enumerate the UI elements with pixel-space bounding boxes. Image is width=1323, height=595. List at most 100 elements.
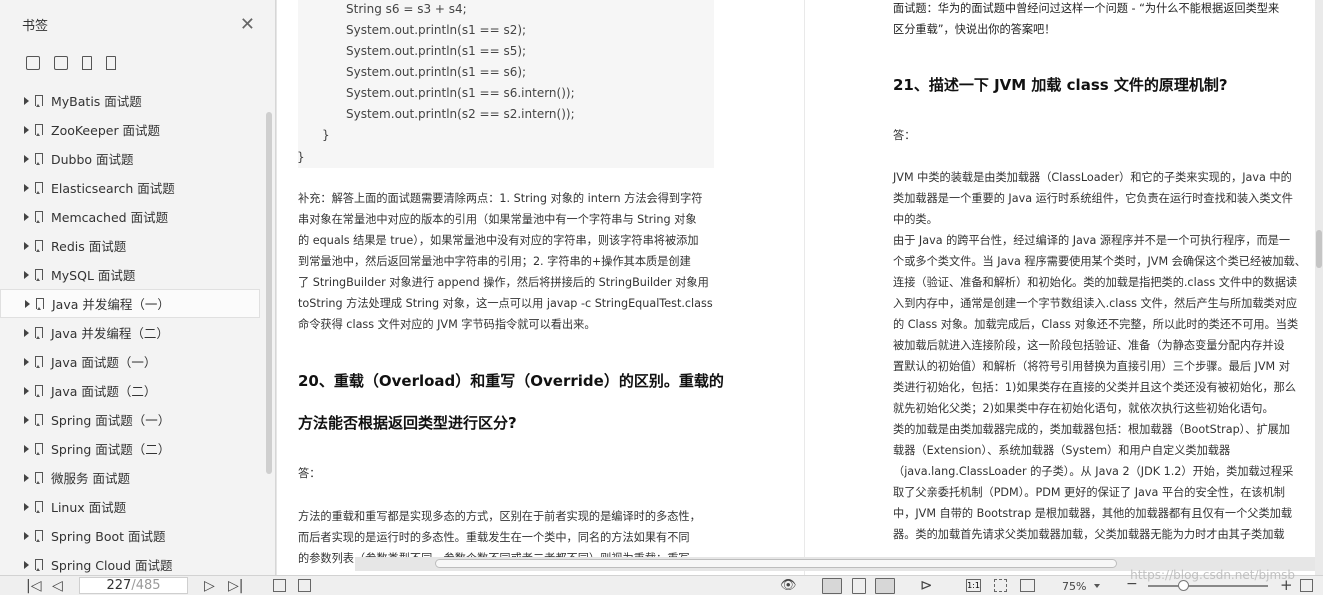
expand-arrow-icon[interactable]	[24, 328, 29, 337]
expand-arrow-icon[interactable]	[24, 241, 29, 250]
bookmark-item[interactable]: Dubbo 面试题	[0, 144, 262, 173]
expand-arrow-icon[interactable]	[24, 125, 29, 134]
bookmark-icon	[35, 530, 43, 542]
zoom-level[interactable]: 75%	[1062, 580, 1086, 593]
expand-arrow-icon[interactable]	[24, 183, 29, 192]
bookmark-item[interactable]: MyBatis 面试题	[0, 86, 262, 115]
expand-arrow-icon[interactable]	[24, 270, 29, 279]
code-block: String s6 = s3 + s4; System.out.println(s…	[297, 0, 714, 168]
add-bookmark-icon[interactable]	[82, 56, 92, 70]
bookmark-item[interactable]: Java 面试题（二）	[0, 376, 262, 405]
bookmark-label: Linux 面试题	[51, 500, 127, 515]
fit-width-icon[interactable]	[1020, 579, 1035, 592]
bookmark-label: Spring Boot 面试题	[51, 529, 166, 544]
bookmark-item[interactable]: Redis 面试题	[0, 231, 262, 260]
fit-page-icon[interactable]	[994, 579, 1007, 592]
expand-arrow-icon[interactable]	[24, 96, 29, 105]
bookmark-icon	[36, 298, 44, 310]
code-line: }	[322, 128, 330, 142]
bookmark-item[interactable]: Spring 面试题（二）	[0, 434, 262, 463]
text-line: 的 Class 对象。加载完成后，Class 对象还不完整，所以此时的类还不可用…	[893, 318, 1299, 331]
expand-arrow-icon[interactable]	[25, 299, 30, 308]
text-line: 了 StringBuilder 对象进行 append 操作，然后将拼接后的 S…	[298, 276, 709, 289]
close-icon[interactable]: ✕	[240, 14, 255, 35]
bookmark-icon	[35, 124, 43, 136]
scrollbar-thumb[interactable]	[1316, 230, 1322, 268]
bookmark-label: Java 面试题（一）	[51, 355, 157, 370]
expand-arrow-icon[interactable]	[24, 560, 29, 569]
two-page-view-icon[interactable]	[875, 578, 895, 594]
bookmark-icon	[35, 472, 43, 484]
zoom-slider[interactable]	[1148, 585, 1268, 587]
bookmark-item[interactable]: Spring 面试题（一）	[0, 405, 262, 434]
text-line: 入到内存中，通常是创建一个字节数组读入.class 文件，然后产生与所加载类对应	[893, 297, 1298, 310]
bookmark-icon	[35, 240, 43, 252]
vertical-scrollbar[interactable]	[1315, 0, 1323, 575]
bookmark-item[interactable]: ZooKeeper 面试题	[0, 115, 262, 144]
bookmark-icon	[35, 501, 43, 513]
bookmark-label: Spring Cloud 面试题	[51, 558, 173, 573]
expand-arrow-icon[interactable]	[24, 386, 29, 395]
bookmark-item[interactable]: 微服务 面试题	[0, 463, 262, 492]
bookmark-item[interactable]: Elasticsearch 面试题	[0, 173, 262, 202]
scrollbar-thumb[interactable]	[435, 559, 1117, 568]
expand-arrow-icon[interactable]	[24, 473, 29, 482]
bookmark-label: Dubbo 面试题	[51, 152, 134, 167]
sidebar-toolbar	[0, 48, 275, 78]
rotate-left-icon[interactable]	[273, 579, 286, 592]
expand-all-icon[interactable]	[26, 56, 40, 70]
text-line: 区分重载”，快说出你的答案吧！	[893, 23, 1056, 36]
expand-arrow-icon[interactable]	[24, 444, 29, 453]
bookmark-item[interactable]: Linux 面试题	[0, 492, 262, 521]
play-icon[interactable]: ⊳	[920, 576, 933, 594]
fullscreen-icon[interactable]	[1300, 579, 1313, 592]
bookmark-item[interactable]: Java 面试题（一）	[0, 347, 262, 376]
expand-arrow-icon[interactable]	[24, 154, 29, 163]
bookmark-icon	[35, 385, 43, 397]
code-line: System.out.println(s1 == s2);	[346, 23, 527, 37]
previous-page-button[interactable]: ◁	[52, 578, 63, 594]
expand-arrow-icon[interactable]	[24, 502, 29, 511]
next-page-button[interactable]: ▷	[204, 578, 215, 594]
answer-label: 答：	[893, 129, 916, 142]
text-line: 而后者实现的是运行时的多态性。重载发生在一个类中，同名的方法如果有不同	[298, 531, 690, 544]
sidebar-scrollbar[interactable]	[266, 112, 272, 474]
right-page: 面试题：华为的面试题中曾经问过这样一个问题 - “为什么不能根据返回类型来 区分重…	[805, 0, 1323, 575]
bookmark-item[interactable]: Java 并发编程（二）	[0, 318, 262, 347]
code-line: System.out.println(s1 == s5);	[346, 44, 527, 58]
first-page-button[interactable]: |◁	[26, 578, 41, 594]
sidebar-header: 书签 ✕	[0, 0, 275, 48]
page-number-input[interactable]: 227/485	[79, 577, 188, 594]
expand-arrow-icon[interactable]	[24, 415, 29, 424]
bookmark-icon[interactable]	[106, 56, 116, 70]
expand-arrow-icon[interactable]	[24, 357, 29, 366]
eye-icon[interactable]: 👁	[780, 578, 797, 593]
sidebar-title: 书签	[22, 18, 49, 34]
bookmark-item[interactable]: Memcached 面试题	[0, 202, 262, 231]
question-21-heading: 21、描述一下 JVM 加载 class 文件的原理机制?	[893, 76, 1228, 94]
bookmark-item[interactable]: Spring Boot 面试题	[0, 521, 262, 550]
bookmark-item[interactable]: MySQL 面试题	[0, 260, 262, 289]
code-line: System.out.println(s2 == s2.intern());	[346, 107, 575, 121]
chevron-down-icon[interactable]	[1094, 584, 1100, 588]
bookmark-icon	[35, 559, 43, 571]
text-line: 类进行初始化，包括：1)如果类存在直接的父类并且这个类还没有被初始化，那么	[893, 381, 1297, 394]
rotate-right-icon[interactable]	[298, 579, 311, 592]
continuous-view-icon[interactable]	[852, 578, 866, 594]
expand-arrow-icon[interactable]	[24, 212, 29, 221]
expand-arrow-icon[interactable]	[24, 531, 29, 540]
actual-size-icon[interactable]: 1:1	[966, 579, 981, 592]
code-line: System.out.println(s1 == s6);	[346, 65, 527, 79]
single-page-view-icon[interactable]	[822, 578, 842, 594]
bookmark-list: MyBatis 面试题 ZooKeeper 面试题 Dubbo 面试题 Elastic…	[0, 86, 262, 579]
answer-label: 答：	[298, 467, 321, 480]
code-line: }	[297, 150, 305, 164]
collapse-all-icon[interactable]	[54, 56, 68, 70]
bookmark-label: ZooKeeper 面试题	[51, 123, 161, 138]
bottom-toolbar: |◁ ◁ 227/485 ▷ ▷| 👁 ⊳ 1:1 75% − +	[0, 575, 1323, 595]
bookmark-label: Java 面试题（二）	[51, 384, 157, 399]
bookmark-item[interactable]: Java 并发编程（一）	[0, 289, 260, 318]
bookmark-label: Spring 面试题（一）	[51, 413, 171, 428]
bookmark-icon	[35, 182, 43, 194]
last-page-button[interactable]: ▷|	[228, 578, 243, 594]
